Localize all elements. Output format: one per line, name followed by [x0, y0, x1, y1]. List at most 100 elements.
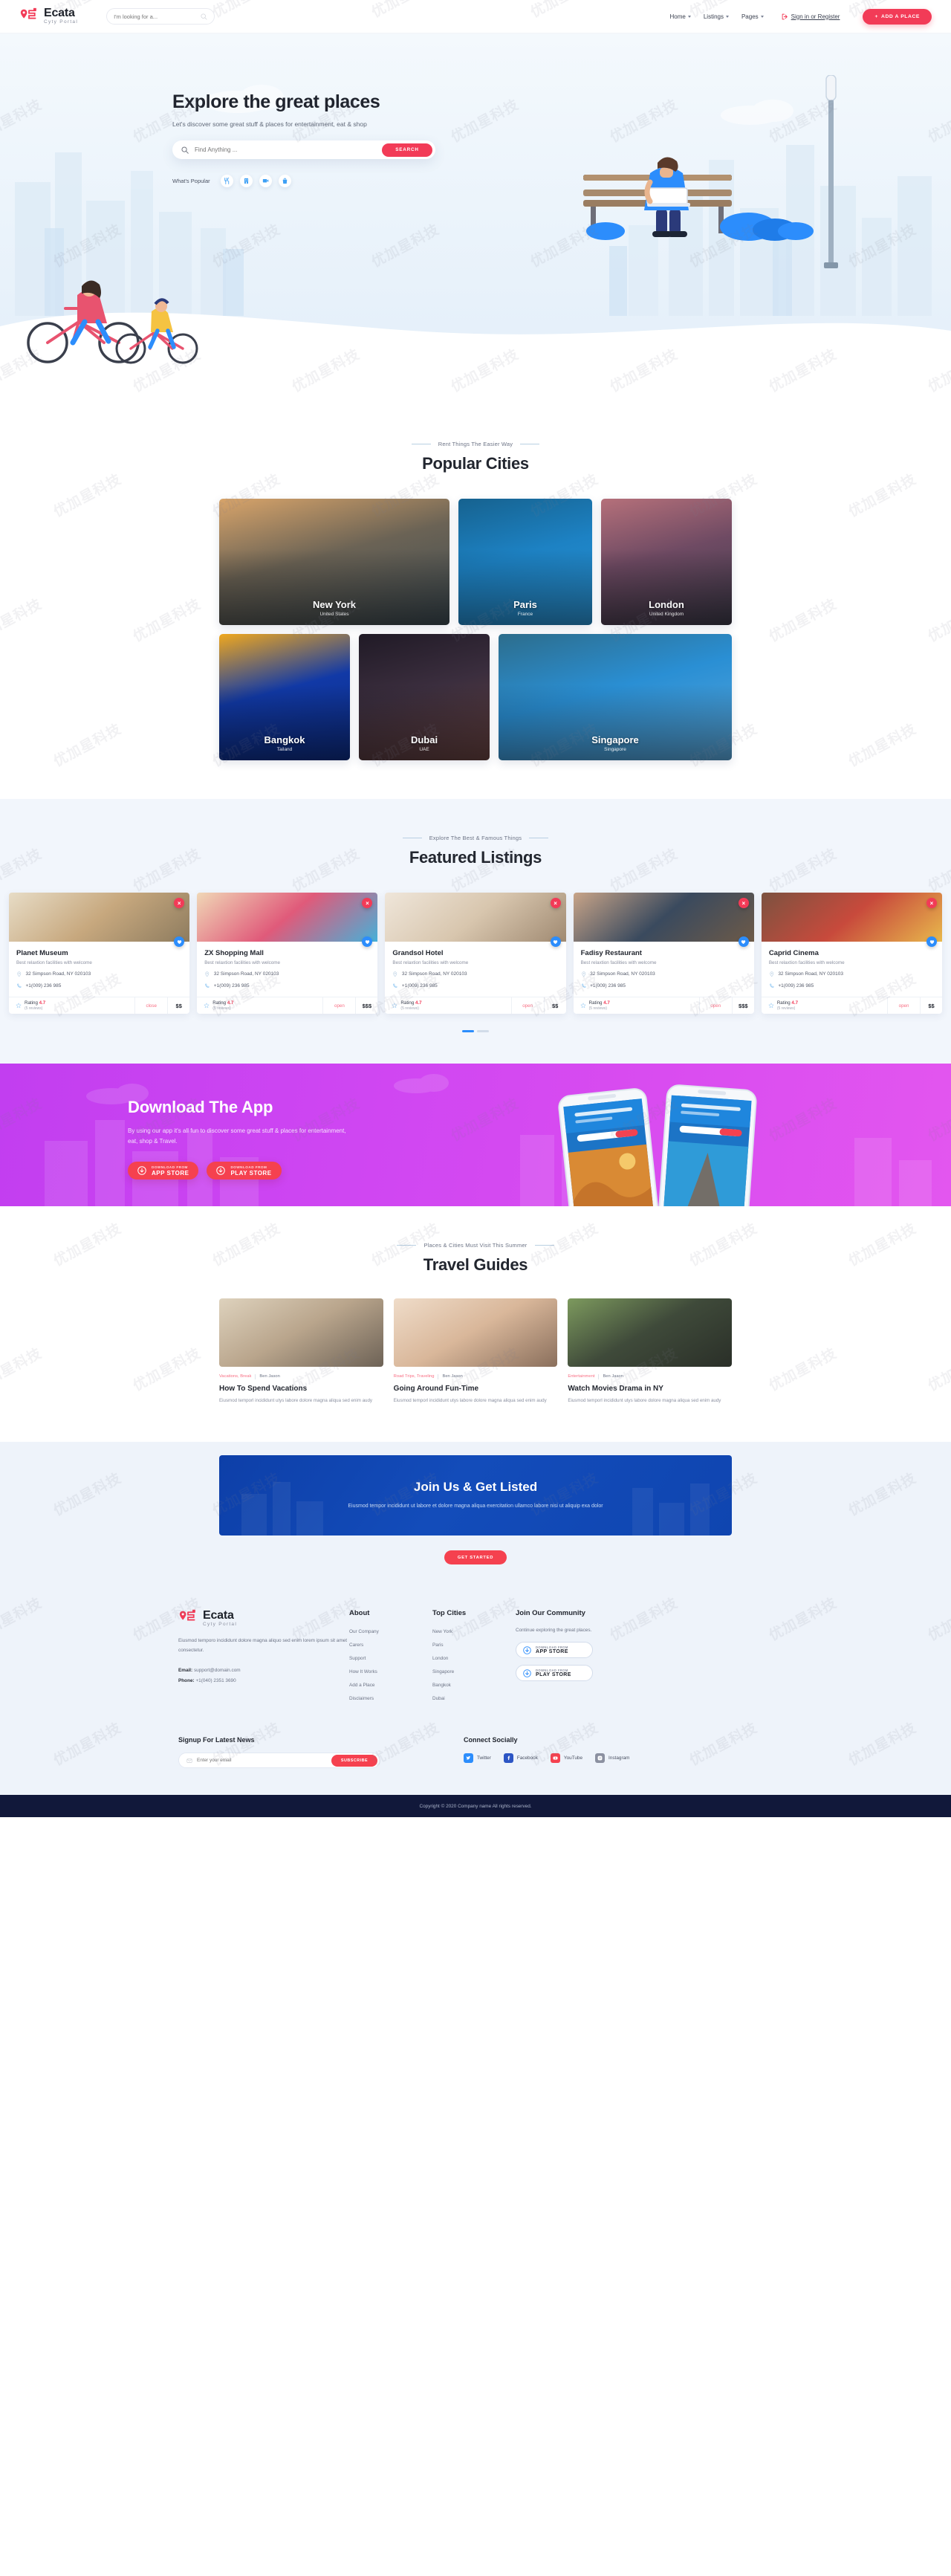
footer-logo[interactable]: Ecata Cyty Portal	[178, 1609, 349, 1627]
city-caption: Singapore Singapore	[499, 734, 732, 752]
site-logo[interactable]: Ecata Cyty Portal	[19, 7, 78, 25]
hotel-icon[interactable]	[239, 175, 253, 187]
guide-card[interactable]: Entertainment Ben Jason Watch Movies Drama…	[568, 1298, 733, 1405]
social-links: Twitter Facebook YouTube Instagram	[464, 1753, 629, 1764]
footer-link[interactable]: London	[432, 1656, 516, 1661]
header-search-input[interactable]	[114, 13, 189, 20]
footer-cities-links: New York Paris London Singapore Bangkok Dubai	[432, 1629, 516, 1701]
listing-photo	[573, 893, 754, 942]
address-text: 32 Simpson Road, NY 020103	[778, 971, 844, 977]
guide-card[interactable]: Road Trips, Traveling Ben Jason Going Arou…	[393, 1298, 558, 1405]
guide-author: Ben Jason	[442, 1374, 463, 1379]
social-link-instagram[interactable]: Instagram	[595, 1753, 629, 1764]
listing-body: ZX Shopping Mall Best relaxtion facilitie…	[197, 942, 377, 997]
nav-item-pages[interactable]: Pages	[741, 13, 764, 20]
social-link-facebook[interactable]: Facebook	[503, 1753, 538, 1764]
footer-bottom: Signup For Latest News SUBSCRIBE Connect…	[178, 1736, 773, 1769]
guide-card-list: Vacations, Break Ben Jason How To Spend Va…	[219, 1298, 733, 1405]
subscribe-button[interactable]: SUBSCRIBE	[331, 1754, 377, 1767]
close-icon[interactable]: ×	[926, 898, 938, 908]
carousel-dot-2[interactable]	[477, 1030, 489, 1032]
listing-card[interactable]: × Caprid Cinema Best relaxtion facilities …	[761, 893, 943, 1014]
heart-icon	[365, 939, 370, 944]
listing-card[interactable]: × Grandsol Hotel Best relaxtion facilities…	[385, 893, 566, 1014]
listing-phone: +1(009) 236 985	[204, 983, 370, 989]
guide-photo	[219, 1298, 383, 1367]
chevron-down-icon	[687, 15, 691, 18]
video-camera-icon	[262, 178, 268, 183]
footer-link[interactable]: Dubai	[432, 1696, 516, 1701]
footer-app-store-button[interactable]: DOWNLOAD FROM APP STORE	[516, 1642, 593, 1659]
add-place-button[interactable]: + ADD A PLACE	[863, 8, 932, 25]
cities-eyebrow: Rent Things The Easier Way	[0, 441, 951, 447]
guides-eyebrow-text: Places & Cities Must Visit This Summer	[423, 1241, 528, 1249]
app-store-button[interactable]: DOWNLOAD FROM APP STORE	[128, 1162, 199, 1180]
carousel-dot-1[interactable]	[462, 1030, 474, 1032]
city-card-london[interactable]: London United Kingdom	[601, 499, 732, 625]
rating-value: 4.7	[603, 1000, 610, 1006]
play-store-big: PLAY STORE	[230, 1169, 272, 1177]
guide-card[interactable]: Vacations, Break Ben Jason How To Spend Va…	[219, 1298, 383, 1405]
building-icon	[244, 178, 248, 184]
guide-photo	[393, 1298, 558, 1367]
price-range: $$	[543, 997, 566, 1014]
favorite-button[interactable]	[550, 936, 561, 947]
favorite-button[interactable]	[926, 936, 938, 947]
status-badge: open	[322, 997, 355, 1014]
listing-card[interactable]: × Fadisy Restaurant Best relaxtion facilit…	[573, 893, 754, 1014]
hero-search-button[interactable]: SEARCH	[382, 143, 432, 157]
signin-link[interactable]: Sign in or Register	[782, 13, 840, 20]
footer-link[interactable]: How It Works	[349, 1669, 432, 1674]
footer-play-store-button[interactable]: DOWNLOAD FROM PLAY STORE	[516, 1665, 593, 1682]
price-range: $$$	[355, 997, 377, 1014]
rating-value: 4.7	[415, 1000, 422, 1006]
listing-image: ×	[197, 893, 378, 947]
play-store-button[interactable]: DOWNLOAD FROM PLAY STORE	[207, 1162, 282, 1180]
download-title: Download The App	[128, 1097, 273, 1116]
phone-text: +1(009) 236 985	[25, 983, 62, 988]
favorite-button[interactable]	[738, 936, 749, 947]
nav-item-listings[interactable]: Listings	[704, 13, 729, 20]
signup-email-input[interactable]	[197, 1758, 331, 1764]
city-card-dubai[interactable]: Dubai UAE	[359, 634, 490, 760]
footer-link[interactable]: Bangkok	[432, 1683, 516, 1688]
footer-link[interactable]: Add a Place	[349, 1683, 432, 1688]
social-link-youtube[interactable]: YouTube	[550, 1753, 582, 1764]
footer-about-links: Our Company Carers Support How It Works Add …	[349, 1629, 432, 1701]
get-started-button[interactable]: GET STARTED	[444, 1550, 507, 1565]
hero-search-input[interactable]	[195, 146, 382, 153]
location-pin-icon	[581, 971, 585, 977]
footer-link[interactable]: Singapore	[432, 1669, 516, 1674]
footer-link[interactable]: Carers	[349, 1643, 432, 1648]
site-footer: Ecata Cyty Portal Eiusmod temporo incidi…	[0, 1575, 951, 1818]
guide-image	[393, 1298, 558, 1367]
footer-cities-title: Top Cities	[432, 1609, 467, 1618]
hero-subtitle: Let's discover some great stuff & places…	[172, 120, 367, 128]
email-value[interactable]: support@domain.com	[194, 1668, 241, 1673]
header-search[interactable]	[106, 8, 215, 25]
restaurant-icon[interactable]	[220, 175, 233, 187]
cities-row-2: Bangkok Tailand Dubai UAE Singapore Singapore	[219, 634, 732, 760]
phone-value[interactable]: +1(040) 2351 3690	[195, 1678, 236, 1683]
close-icon[interactable]: ×	[550, 898, 561, 908]
divider-line	[397, 1244, 417, 1246]
close-icon[interactable]: ×	[738, 898, 749, 908]
hero-search-bar[interactable]: SEARCH	[172, 140, 435, 159]
footer-link[interactable]: Paris	[432, 1643, 516, 1648]
footer-link[interactable]: Our Company	[349, 1629, 432, 1634]
city-card-bangkok[interactable]: Bangkok Tailand	[219, 634, 350, 760]
social-link-twitter[interactable]: Twitter	[464, 1753, 491, 1764]
footer-link[interactable]: Disclaimers	[349, 1696, 432, 1701]
listing-card[interactable]: × ZX Shopping Mall Best relaxtion faciliti…	[197, 893, 378, 1014]
logo-pin-icon	[178, 1609, 198, 1627]
shopping-icon[interactable]	[278, 175, 291, 187]
signup-form[interactable]: SUBSCRIBE	[178, 1753, 380, 1769]
listing-card[interactable]: × Planet Museum Best relaxtion facilities …	[9, 893, 190, 1014]
footer-link[interactable]: New York	[432, 1629, 516, 1634]
footer-link[interactable]: Support	[349, 1656, 432, 1661]
city-card-new-york[interactable]: New York United States	[219, 499, 449, 625]
cinema-icon[interactable]	[259, 175, 272, 187]
city-card-paris[interactable]: Paris France	[458, 499, 592, 625]
nav-item-home[interactable]: Home	[670, 13, 691, 20]
city-card-singapore[interactable]: Singapore Singapore	[499, 634, 732, 760]
